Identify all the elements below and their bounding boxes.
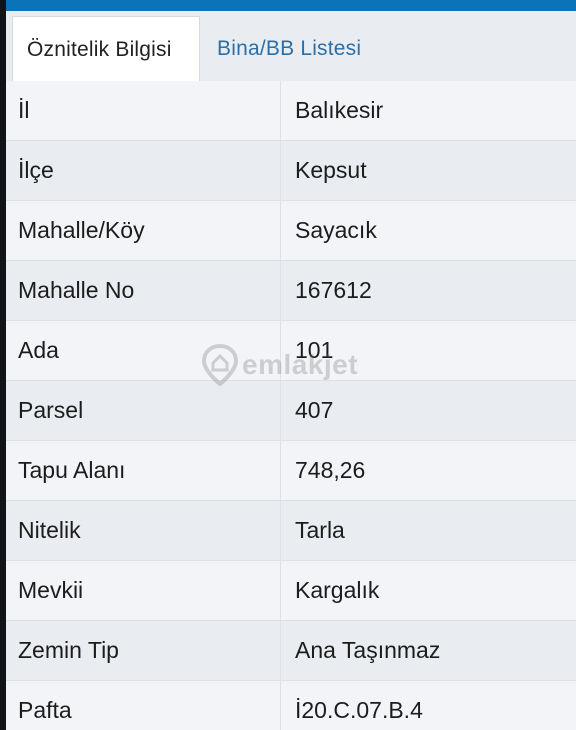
row-label: Mahalle/Köy	[6, 201, 281, 260]
row-label: İl	[6, 81, 281, 140]
table-row: Mahalle/Köy Sayacık	[6, 201, 576, 261]
row-value: İ20.C.07.B.4	[295, 697, 423, 723]
table-row: Parsel 407	[6, 381, 576, 441]
row-value: 407	[295, 397, 334, 423]
row-label: Mahalle No	[6, 261, 281, 320]
table-row: Pafta İ20.C.07.B.4	[6, 681, 576, 730]
row-label: Pafta	[6, 681, 281, 730]
table-row: İl Balıkesir	[6, 81, 576, 141]
attribute-table: İl Balıkesir İlçe Kepsut Mahalle/Köy Say…	[6, 81, 576, 730]
table-row: Mevkii Kargalık	[6, 561, 576, 621]
table-row: Ada 101	[6, 321, 576, 381]
tab-label: Öznitelik Bilgisi	[27, 37, 172, 61]
row-value: Balıkesir	[295, 97, 384, 123]
row-value: Sayacık	[295, 217, 377, 243]
row-label: Zemin Tip	[6, 621, 281, 680]
row-value: Ana Taşınmaz	[295, 637, 441, 663]
tab-oznitelik-bilgisi[interactable]: Öznitelik Bilgisi	[12, 16, 200, 82]
table-row: Mahalle No 167612	[6, 261, 576, 321]
row-value: Kargalık	[295, 577, 380, 603]
table-row: Tapu Alanı 748,26	[6, 441, 576, 501]
tab-bina-bb-listesi[interactable]: Bina/BB Listesi	[217, 16, 417, 81]
tab-label: Bina/BB Listesi	[217, 36, 362, 60]
row-label: Tapu Alanı	[6, 441, 281, 500]
row-label: İlçe	[6, 141, 281, 200]
row-value: 101	[295, 337, 334, 363]
attribute-panel: Öznitelik Bilgisi Bina/BB Listesi İl Bal…	[6, 0, 576, 730]
row-label: Ada	[6, 321, 281, 380]
row-label: Mevkii	[6, 561, 281, 620]
header-bar	[6, 0, 576, 11]
row-label: Parsel	[6, 381, 281, 440]
tab-bar: Öznitelik Bilgisi Bina/BB Listesi	[6, 11, 576, 82]
row-value: 167612	[295, 277, 372, 303]
row-value: Tarla	[295, 517, 345, 543]
row-value: 748,26	[295, 457, 366, 483]
table-row: Zemin Tip Ana Taşınmaz	[6, 621, 576, 681]
row-value: Kepsut	[295, 157, 367, 183]
row-label: Nitelik	[6, 501, 281, 560]
table-row: İlçe Kepsut	[6, 141, 576, 201]
table-row: Nitelik Tarla	[6, 501, 576, 561]
